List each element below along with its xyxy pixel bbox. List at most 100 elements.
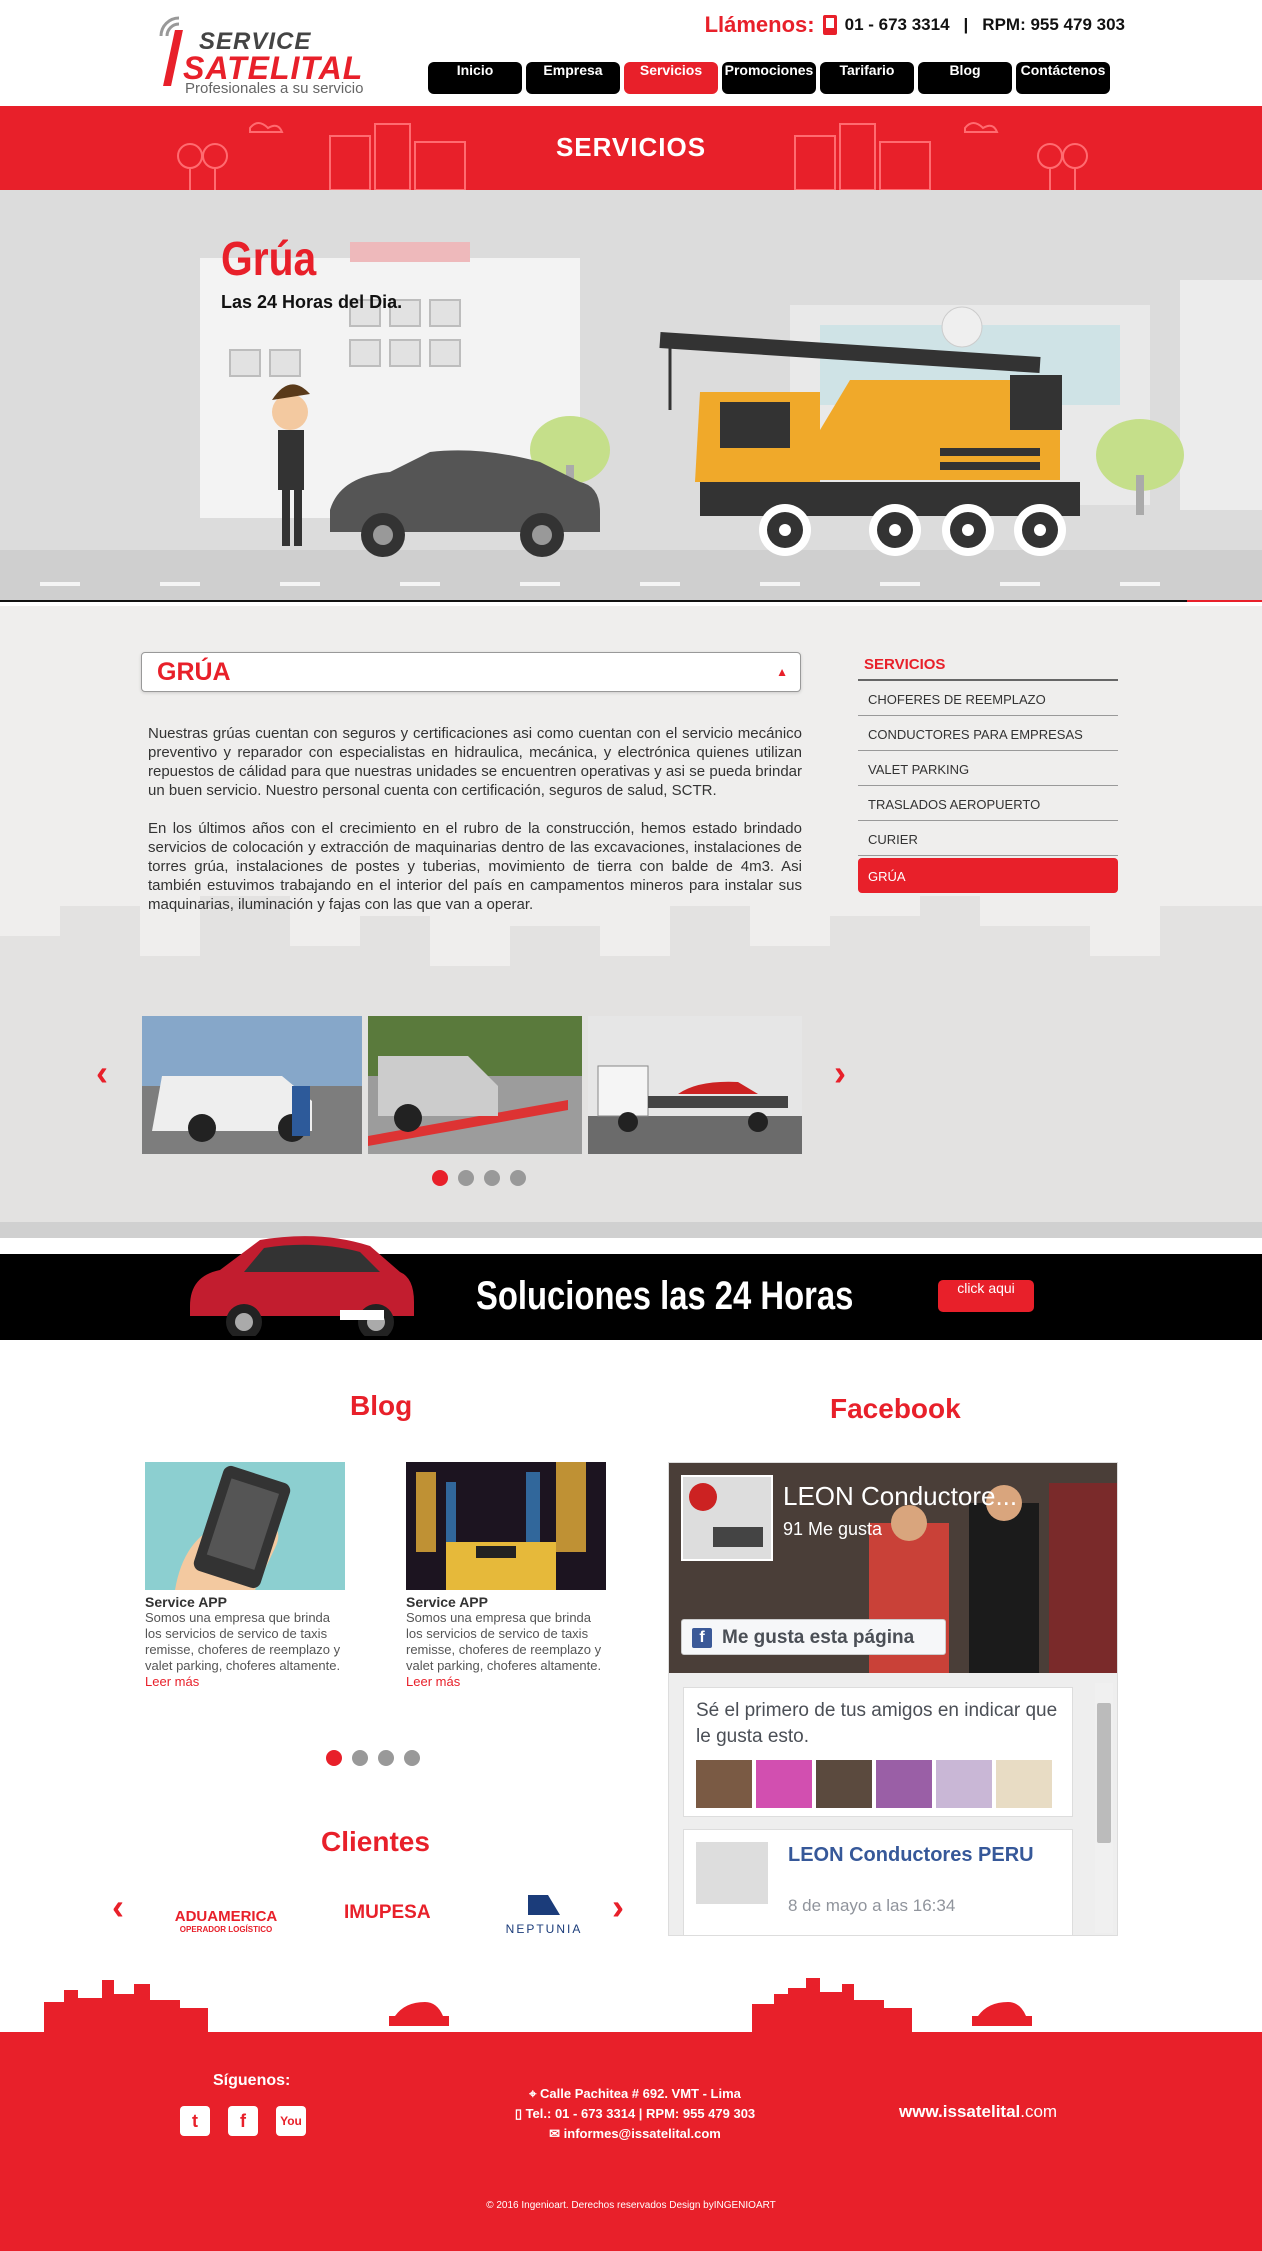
facebook-title: Facebook bbox=[830, 1393, 961, 1424]
sidebar-item-grua[interactable]: GRÚA bbox=[858, 858, 1118, 893]
friend-avatar[interactable] bbox=[756, 1760, 812, 1808]
facebook-page-avatar[interactable] bbox=[681, 1475, 773, 1561]
friend-avatar[interactable] bbox=[996, 1760, 1052, 1808]
header-contact: Llámenos: 01 - 673 3314 | RPM: 955 479 3… bbox=[705, 12, 1125, 38]
nav-tarifario[interactable]: Tarifario bbox=[820, 62, 914, 94]
gallery-photo[interactable] bbox=[142, 1016, 362, 1154]
blog-dot[interactable] bbox=[378, 1750, 394, 1766]
blog-post-image[interactable] bbox=[406, 1462, 606, 1590]
blog-dot[interactable] bbox=[326, 1750, 342, 1766]
read-more-link[interactable]: Leer más bbox=[406, 1674, 460, 1689]
footer-contact: ⌖ Calle Pachitea # 692. VMT - Lima ▯ Tel… bbox=[470, 2084, 800, 2144]
blog-dot[interactable] bbox=[352, 1750, 368, 1766]
friend-avatar[interactable] bbox=[876, 1760, 932, 1808]
like-button-label: Me gusta esta página bbox=[722, 1627, 915, 1648]
cta-strip: Soluciones las 24 Horas click aqui bbox=[0, 1236, 1262, 1340]
blog-post-excerpt: Somos una empresa que brinda los servici… bbox=[145, 1610, 341, 1673]
header-phone: 01 - 673 3314 bbox=[844, 15, 950, 34]
sidebar-list: CHOFERES DE REEMPLAZO CONDUCTORES PARA E… bbox=[858, 681, 1118, 893]
sidebar-title: SERVICIOS bbox=[858, 650, 1118, 681]
follow-label: Síguenos: bbox=[213, 2072, 291, 2089]
client-logo-imupesa[interactable]: IMUPESA bbox=[344, 1902, 431, 1924]
copyright: © 2016 Ingenioart. Derechos reservados D… bbox=[486, 2200, 776, 2211]
sidebar-item-conductores[interactable]: CONDUCTORES PARA EMPRESAS bbox=[858, 716, 1118, 751]
gallery-dot[interactable] bbox=[510, 1170, 526, 1186]
blog-post-excerpt: Somos una empresa que brinda los servici… bbox=[406, 1610, 602, 1673]
nav-inicio[interactable]: Inicio bbox=[428, 62, 522, 94]
client-logo-neptunia[interactable]: NEPTUNIA bbox=[498, 1893, 590, 1936]
location-pin-icon: ⌖ bbox=[529, 2086, 541, 2101]
hero-title: Grúa bbox=[221, 233, 317, 286]
sidebar-item-traslados[interactable]: TRASLADOS AEROPUERTO bbox=[858, 786, 1118, 821]
facebook-icon[interactable]: f bbox=[228, 2106, 258, 2136]
page-title: SERVICIOS bbox=[555, 132, 707, 162]
youtube-icon[interactable]: You bbox=[276, 2106, 306, 2136]
header-rpm: RPM: 955 479 303 bbox=[982, 15, 1125, 34]
hero-subtitle: Las 24 Horas del Dia. bbox=[221, 292, 403, 312]
facebook-scrollbar[interactable] bbox=[1095, 1683, 1113, 1933]
nav-empresa[interactable]: Empresa bbox=[526, 62, 620, 94]
gallery-dot[interactable] bbox=[484, 1170, 500, 1186]
facebook-post-date[interactable]: 8 de mayo a las 16:34 bbox=[788, 1896, 955, 1916]
mobile-phone-icon: ▯ bbox=[514, 2106, 526, 2121]
blog-post: Service APP Somos una empresa que brinda… bbox=[145, 1462, 350, 1690]
cta-button[interactable]: click aqui bbox=[938, 1280, 1034, 1312]
post-avatar[interactable] bbox=[696, 1842, 768, 1904]
service-content: GRÚA ▲ Nuestras grúas cuentan con seguro… bbox=[0, 606, 1262, 1238]
website-domain: www.issatelital bbox=[899, 2102, 1021, 2121]
gallery-photo[interactable] bbox=[368, 1016, 582, 1154]
logo-tagline: Profesionales a su servicio bbox=[185, 80, 364, 97]
gallery-prev-button[interactable]: ‹ bbox=[96, 1052, 108, 1094]
social-links: t f You bbox=[180, 2106, 306, 2136]
footer-email[interactable]: informes@issatelital.com bbox=[564, 2126, 721, 2141]
footer-skyline bbox=[44, 1978, 1032, 2034]
site-logo[interactable]: SERVICE SATELITAL Profesionales a su ser… bbox=[155, 8, 385, 100]
service-accordion-header[interactable]: GRÚA ▲ bbox=[141, 652, 801, 692]
blog-post: Service APP Somos una empresa que brinda… bbox=[406, 1462, 611, 1690]
sidebar-item-choferes[interactable]: CHOFERES DE REEMPLAZO bbox=[858, 681, 1118, 716]
client-logo-aduamerica[interactable]: ADUAMERICA OPERADOR LOGÍSTICO bbox=[158, 1908, 294, 1934]
gallery-dot[interactable] bbox=[432, 1170, 448, 1186]
friend-avatar[interactable] bbox=[936, 1760, 992, 1808]
sidebar-item-valet[interactable]: VALET PARKING bbox=[858, 751, 1118, 786]
nav-blog[interactable]: Blog bbox=[918, 62, 1012, 94]
nav-servicios[interactable]: Servicios bbox=[624, 62, 718, 94]
collapse-arrow-icon[interactable]: ▲ bbox=[776, 665, 788, 679]
sidebar-item-curier[interactable]: CURIER bbox=[858, 821, 1118, 856]
header-separator: | bbox=[963, 15, 969, 34]
facebook-page-name[interactable]: LEON Conductore... bbox=[783, 1481, 1017, 1512]
nav-promociones[interactable]: Promociones bbox=[722, 62, 816, 94]
twitter-icon[interactable]: t bbox=[180, 2106, 210, 2136]
clients-prev-button[interactable]: ‹ bbox=[112, 1886, 124, 1928]
blog-title: Blog bbox=[350, 1390, 413, 1421]
main-nav: Inicio Empresa Servicios Promociones Tar… bbox=[428, 62, 1110, 94]
read-more-link[interactable]: Leer más bbox=[145, 1674, 199, 1689]
facebook-icon: f bbox=[692, 1628, 712, 1648]
service-title: GRÚA bbox=[157, 658, 231, 686]
blog-dot[interactable] bbox=[404, 1750, 420, 1766]
friend-avatar[interactable] bbox=[696, 1760, 752, 1808]
section-banner: SERVICIOS bbox=[0, 106, 1262, 190]
blog-post-title[interactable]: Service APP bbox=[145, 1594, 350, 1610]
blog-pagination bbox=[326, 1750, 420, 1766]
tow-truck-illustration bbox=[0, 190, 1262, 602]
facebook-post-author[interactable]: LEON Conductores PERU bbox=[788, 1842, 1048, 1868]
facebook-cover[interactable]: LEON Conductore... 91 Me gusta f Me gusta… bbox=[669, 1463, 1117, 1673]
blog-post-title[interactable]: Service APP bbox=[406, 1594, 611, 1610]
facebook-like-count: 91 Me gusta bbox=[783, 1519, 883, 1539]
facebook-friend-avatars bbox=[696, 1760, 1052, 1808]
gallery-photo[interactable] bbox=[588, 1016, 802, 1154]
gallery-next-button[interactable]: › bbox=[834, 1052, 846, 1094]
facebook-like-button[interactable]: f Me gusta esta página bbox=[681, 1619, 946, 1655]
friend-avatar[interactable] bbox=[816, 1760, 872, 1808]
client-tagline: OPERADOR LOGÍSTICO bbox=[179, 1925, 273, 1934]
service-description: Nuestras grúas cuentan con seguros y cer… bbox=[148, 724, 802, 933]
blog-post-image[interactable] bbox=[145, 1462, 345, 1590]
neptunia-mark-icon bbox=[528, 1895, 560, 1915]
facebook-friends-text: Sé el primero de tus amigos en indicar q… bbox=[696, 1700, 1058, 1747]
nav-contactenos[interactable]: Contáctenos bbox=[1016, 62, 1110, 94]
facebook-widget: LEON Conductore... 91 Me gusta f Me gusta… bbox=[668, 1462, 1118, 1936]
gallery-dot[interactable] bbox=[458, 1170, 474, 1186]
footer-website[interactable]: www.issatelital.com bbox=[899, 2102, 1057, 2122]
clients-next-button[interactable]: › bbox=[612, 1886, 624, 1928]
